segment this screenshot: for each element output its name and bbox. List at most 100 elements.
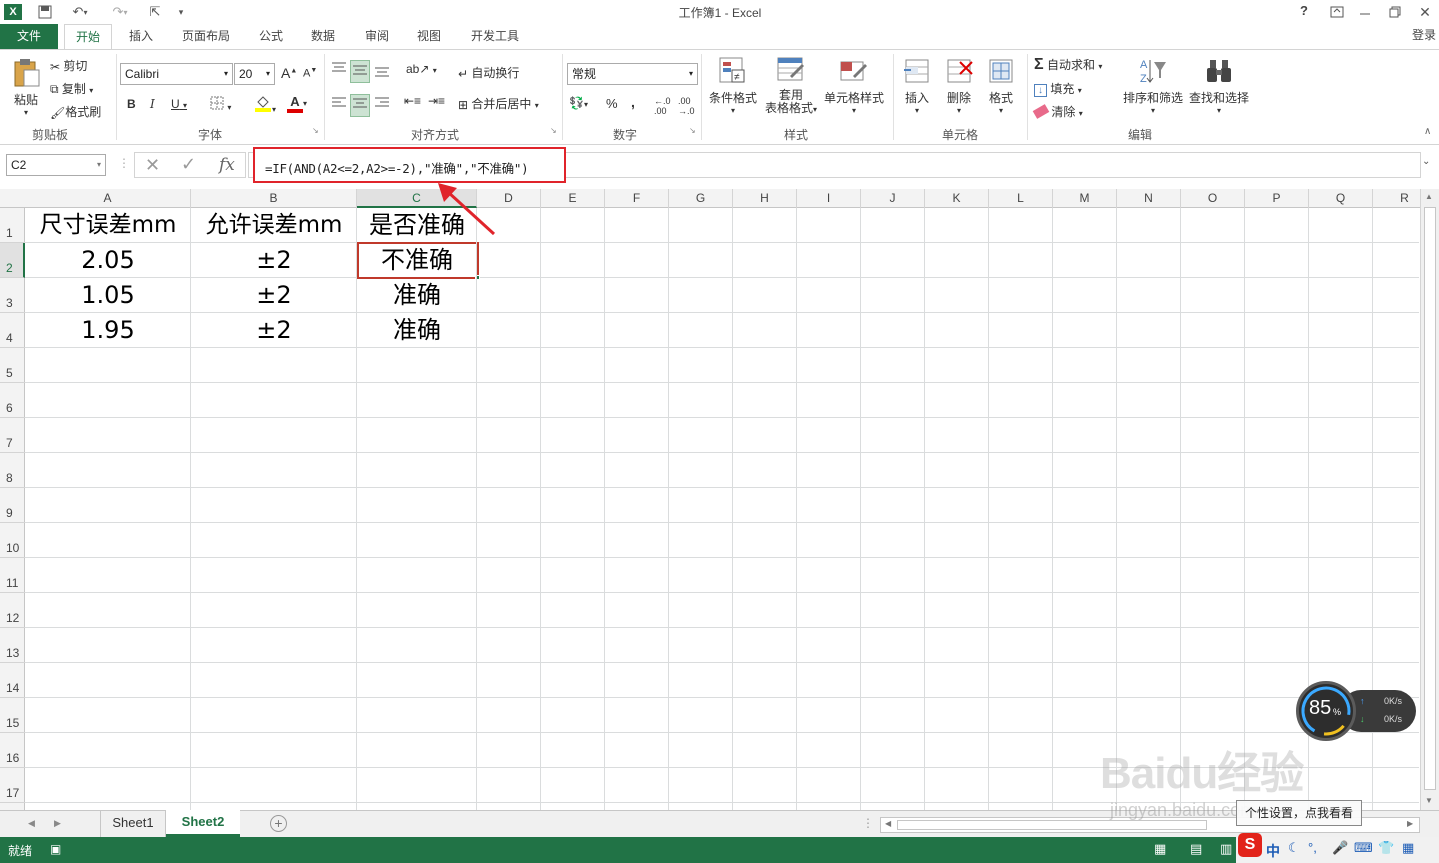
redo-icon[interactable]: ↷ ▾ (106, 3, 134, 21)
next-sheet-icon[interactable]: ▶ (54, 818, 61, 829)
row-header-4[interactable]: 4 (0, 313, 25, 348)
row-header-15[interactable]: 15 (0, 698, 25, 733)
column-header-k[interactable]: K (925, 189, 989, 208)
borders-button[interactable]: ▾ (210, 96, 231, 113)
tab-data[interactable]: 数据 (302, 24, 344, 49)
cell-grid[interactable]: 尺寸误差mm 允许误差mm 是否准确 2.05 ±2 不准确 1.05 ±2 准… (25, 208, 1419, 810)
cut-button[interactable]: ✂ 剪切 (50, 57, 87, 74)
orientation-button[interactable]: ab↗ ▾ (406, 62, 437, 76)
scroll-up-icon[interactable]: ▲ (1425, 192, 1433, 201)
tab-review[interactable]: 审阅 (356, 24, 398, 49)
row-header-7[interactable]: 7 (0, 418, 25, 453)
delete-cells-button[interactable]: 删除 ▾ (941, 56, 977, 115)
align-left-button[interactable] (330, 94, 348, 115)
column-header-e[interactable]: E (541, 189, 605, 208)
row-header-5[interactable]: 5 (0, 348, 25, 383)
cpu-gauge[interactable]: 85 % (1296, 681, 1356, 741)
row-header-8[interactable]: 8 (0, 453, 25, 488)
minimize-icon[interactable] (1356, 3, 1374, 21)
skin-icon[interactable]: 👕 (1378, 840, 1394, 856)
column-header-m[interactable]: M (1053, 189, 1117, 208)
enter-icon[interactable]: ✓ (181, 154, 196, 175)
cell-C3[interactable]: 准确 (357, 278, 477, 313)
column-header-n[interactable]: N (1117, 189, 1181, 208)
punctuation-icon[interactable]: °, (1308, 840, 1317, 855)
format-cells-button[interactable]: 格式 ▾ (983, 56, 1019, 115)
horizontal-scroll-thumb[interactable] (897, 820, 1207, 830)
scroll-left-icon[interactable]: ◀ (885, 819, 891, 828)
close-icon[interactable]: ✕ (1416, 3, 1434, 21)
font-color-button[interactable]: A ▾ (287, 94, 307, 113)
format-as-table-button[interactable]: 套用 表格格式▾ (762, 56, 820, 116)
autosum-button[interactable]: Σ 自动求和 ▾ (1034, 56, 1102, 74)
wrap-text-button[interactable]: ↵ 自动换行 (458, 64, 519, 81)
sogou-logo-icon[interactable]: S (1238, 833, 1262, 857)
row-header-1[interactable]: 1 (0, 208, 25, 243)
underline-button[interactable]: U ▾ (171, 97, 187, 111)
grow-font-button[interactable]: A▲ (281, 65, 297, 81)
vertical-scroll-thumb[interactable] (1424, 207, 1436, 790)
login-link[interactable]: 登录 (1412, 26, 1436, 43)
tab-developer[interactable]: 开发工具 (462, 24, 528, 49)
collapse-ribbon-icon[interactable]: ∧ (1424, 126, 1431, 137)
row-header-12[interactable]: 12 (0, 593, 25, 628)
cell-B4[interactable]: ±2 (191, 313, 357, 348)
sheet-tab-sheet1[interactable]: Sheet1 (100, 811, 166, 837)
row-header-10[interactable]: 10 (0, 523, 25, 558)
microphone-icon[interactable]: 🎤 (1332, 840, 1348, 856)
tab-page-layout[interactable]: 页面布局 (174, 24, 238, 49)
row-header-9[interactable]: 9 (0, 488, 25, 523)
expand-formula-bar-icon[interactable]: ⌄ (1422, 156, 1430, 167)
column-header-h[interactable]: H (733, 189, 797, 208)
align-right-button[interactable] (373, 94, 391, 115)
decrease-decimal-button[interactable]: .00 →.0 (678, 96, 695, 116)
restore-icon[interactable] (1386, 3, 1404, 21)
cell-A2[interactable]: 2.05 (25, 243, 191, 278)
font-name-select[interactable]: Calibri ▾ (120, 63, 233, 85)
column-header-g[interactable]: G (669, 189, 733, 208)
column-header-a[interactable]: A (25, 189, 191, 208)
accounting-format-button[interactable]: 💱▾ (569, 96, 588, 110)
row-header-16[interactable]: 16 (0, 733, 25, 768)
customize-qat-icon[interactable]: ▾ (172, 3, 190, 21)
row-header-17[interactable]: 17 (0, 768, 25, 803)
paste-button[interactable]: 粘贴 ▾ (8, 56, 44, 117)
tab-view[interactable]: 视图 (408, 24, 450, 49)
italic-button[interactable]: I (150, 97, 155, 111)
percent-button[interactable]: % (606, 96, 618, 111)
cell-B1[interactable]: 允许误差mm (191, 208, 357, 243)
font-dialog-launcher-icon[interactable]: ↘ (312, 126, 319, 135)
find-select-button[interactable]: 查找和选择 ▾ (1188, 56, 1250, 115)
conditional-format-button[interactable]: ≠ 条件格式 ▾ (707, 56, 759, 115)
align-top-button[interactable] (330, 60, 348, 81)
cell-B2[interactable]: ±2 (191, 243, 357, 278)
row-header-11[interactable]: 11 (0, 558, 25, 593)
tab-insert[interactable]: 插入 (120, 24, 162, 49)
touch-mode-icon[interactable]: ⇱ (144, 3, 166, 21)
tab-splitter-icon[interactable]: ⋮ (862, 816, 874, 830)
row-header-13[interactable]: 13 (0, 628, 25, 663)
scroll-down-icon[interactable]: ▼ (1425, 796, 1433, 805)
ribbon-display-icon[interactable] (1328, 3, 1346, 21)
column-header-p[interactable]: P (1245, 189, 1309, 208)
increase-indent-button[interactable]: ⇥≡ (428, 94, 445, 108)
insert-function-icon[interactable]: fx (219, 155, 235, 175)
cell-B3[interactable]: ±2 (191, 278, 357, 313)
column-header-l[interactable]: L (989, 189, 1053, 208)
row-header-6[interactable]: 6 (0, 383, 25, 418)
format-painter-button[interactable]: 🖌格式刷 (50, 103, 101, 120)
formula-input[interactable]: =IF(AND(A2<=2,A2>=-2),"准确","不准确") (253, 147, 566, 183)
increase-decimal-button[interactable]: ←.0.00 (654, 96, 671, 116)
column-header-b[interactable]: B (191, 189, 357, 208)
toolbox-icon[interactable]: ▦ (1402, 840, 1414, 856)
insert-cells-button[interactable]: 插入 ▾ (899, 56, 935, 115)
cancel-icon[interactable]: ✕ (145, 155, 160, 176)
cell-A4[interactable]: 1.95 (25, 313, 191, 348)
align-bottom-button[interactable] (373, 60, 391, 81)
merge-center-button[interactable]: ⊞ 合并后居中 ▾ (458, 95, 539, 112)
font-size-select[interactable]: 20 ▾ (234, 63, 275, 85)
tab-file[interactable]: 文件 (0, 24, 58, 49)
undo-icon[interactable]: ↶ ▾ (66, 3, 94, 21)
prev-sheet-icon[interactable]: ◀ (28, 818, 35, 829)
column-header-j[interactable]: J (861, 189, 925, 208)
